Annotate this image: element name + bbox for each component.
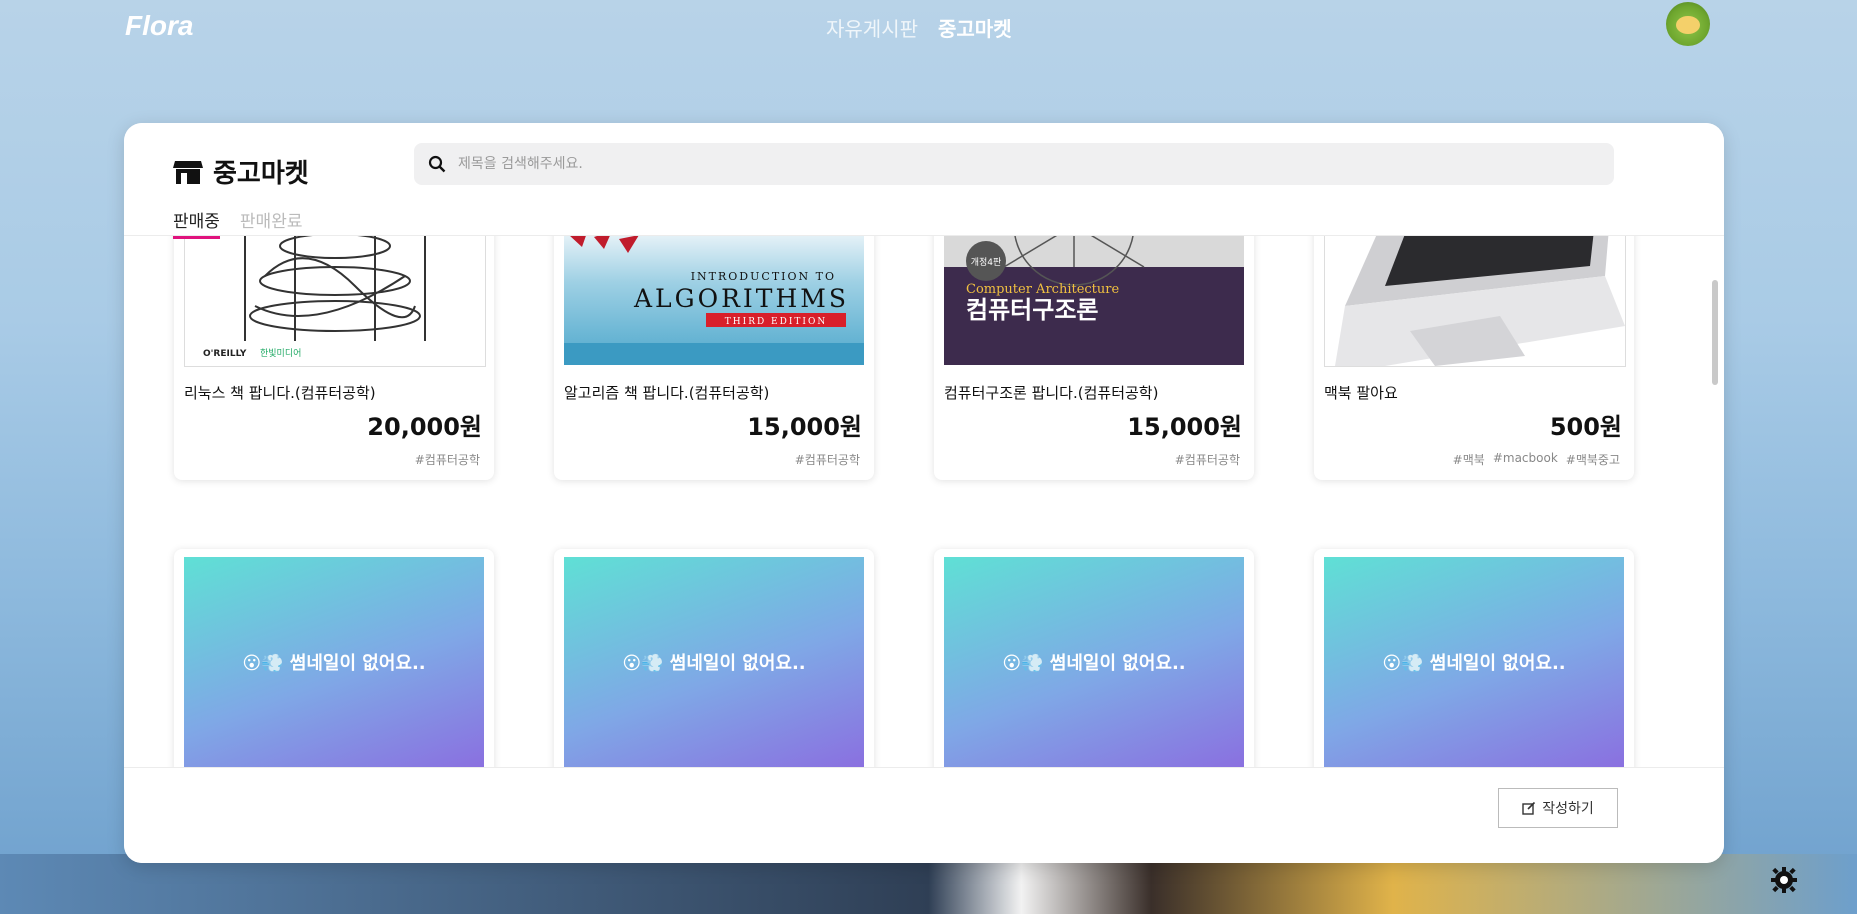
store-icon	[173, 160, 203, 184]
search-icon	[428, 155, 446, 173]
product-grid: O'REILLY 한빛미디어 리눅스 책 팝니다.(컴퓨터공학) 20,000원…	[124, 235, 1724, 767]
background-photo	[0, 854, 1857, 914]
nav-free-board[interactable]: 자유게시판	[826, 13, 918, 42]
product-card[interactable]: INTRODUCTION TO ALGORITHMS THIRD EDITION…	[554, 235, 874, 480]
search-bar	[414, 143, 1614, 185]
scrollbar-thumb[interactable]	[1712, 280, 1718, 385]
product-price: 15,000원	[1127, 413, 1242, 441]
tab-on-sale[interactable]: 판매중	[173, 207, 220, 239]
no-thumbnail-placeholder: 😮💨 썸네일이 없어요..	[564, 557, 864, 767]
page-title-text: 중고마켓	[213, 159, 309, 189]
no-thumbnail-placeholder: 😮💨 썸네일이 없어요..	[944, 557, 1244, 767]
product-tag[interactable]: 맥북중고	[1566, 451, 1620, 468]
product-card[interactable]: 😮💨 썸네일이 없어요..	[1314, 549, 1634, 767]
product-card[interactable]: 😮💨 썸네일이 없어요..	[174, 549, 494, 767]
status-tabs: 판매중 판매완료	[173, 207, 302, 239]
product-title: 맥북 팔아요	[1324, 384, 1398, 402]
product-tag[interactable]: macbook	[1493, 451, 1558, 468]
search-input[interactable]	[456, 155, 1580, 173]
product-card[interactable]: 😮💨 썸네일이 없어요..	[554, 549, 874, 767]
product-price: 15,000원	[747, 413, 862, 441]
main-nav: 자유게시판 중고마켓	[826, 13, 1012, 42]
cover-line1: INTRODUCTION TO	[691, 270, 836, 283]
product-card[interactable]: 맥북 팔아요 500원 맥북 macbook 맥북중고	[1314, 235, 1634, 480]
market-footer: 작성하기	[124, 767, 1724, 863]
product-tags: 컴퓨터공학	[795, 451, 860, 468]
product-price: 20,000원	[367, 413, 482, 441]
market-header: 중고마켓 판매중 판매완료	[124, 123, 1724, 239]
product-thumbnail-algorithms: INTRODUCTION TO ALGORITHMS THIRD EDITION	[564, 235, 864, 365]
page-title: 중고마켓	[173, 153, 309, 190]
cover-korean-title: 컴퓨터구조론	[966, 296, 1098, 324]
avatar[interactable]	[1666, 2, 1710, 46]
product-card[interactable]: 개정4판 Computer Architecture 컴퓨터구조론 컴퓨터구조론…	[934, 235, 1254, 480]
edit-icon	[1522, 801, 1536, 815]
product-tag[interactable]: 컴퓨터공학	[415, 451, 480, 468]
gear-icon[interactable]	[1770, 866, 1798, 894]
product-thumbnail-macbook	[1324, 235, 1626, 367]
product-tags: 컴퓨터공학	[415, 451, 480, 468]
product-thumbnail-linux: O'REILLY 한빛미디어	[184, 235, 486, 367]
product-tag[interactable]: 컴퓨터공학	[1175, 451, 1240, 468]
flora-logo[interactable]: Flora	[125, 10, 193, 42]
product-card[interactable]: 😮💨 썸네일이 없어요..	[934, 549, 1254, 767]
cover-publisher-left: O'REILLY	[203, 349, 247, 359]
market-panel: 중고마켓 판매중 판매완료	[124, 123, 1724, 863]
no-thumbnail-placeholder: 😮💨 썸네일이 없어요..	[184, 557, 484, 767]
top-navigation: Flora 자유게시판 중고마켓	[0, 0, 1857, 56]
write-button[interactable]: 작성하기	[1498, 788, 1618, 828]
nav-used-market[interactable]: 중고마켓	[938, 13, 1012, 42]
product-title: 알고리즘 책 팝니다.(컴퓨터공학)	[564, 384, 770, 402]
product-title: 리눅스 책 팝니다.(컴퓨터공학)	[184, 384, 376, 402]
cover-badge: 개정4판	[971, 257, 1002, 268]
cover-line2: ALGORITHMS	[633, 284, 849, 313]
product-card[interactable]: O'REILLY 한빛미디어 리눅스 책 팝니다.(컴퓨터공학) 20,000원…	[174, 235, 494, 480]
product-thumbnail-computer-architecture: 개정4판 Computer Architecture 컴퓨터구조론	[944, 235, 1244, 365]
product-tag[interactable]: 맥북	[1453, 451, 1485, 468]
no-thumbnail-placeholder: 😮💨 썸네일이 없어요..	[1324, 557, 1624, 767]
tab-sold[interactable]: 판매완료	[240, 207, 303, 239]
cover-publisher-right: 한빛미디어	[260, 348, 301, 359]
cover-english-title: Computer Architecture	[966, 282, 1119, 297]
write-button-label: 작성하기	[1542, 801, 1594, 817]
product-title: 컴퓨터구조론 팝니다.(컴퓨터공학)	[944, 384, 1159, 402]
product-price: 500원	[1549, 413, 1622, 441]
product-tags: 맥북 macbook 맥북중고	[1453, 451, 1620, 468]
product-tag[interactable]: 컴퓨터공학	[795, 451, 860, 468]
product-tags: 컴퓨터공학	[1175, 451, 1240, 468]
cover-edition: THIRD EDITION	[725, 317, 827, 327]
